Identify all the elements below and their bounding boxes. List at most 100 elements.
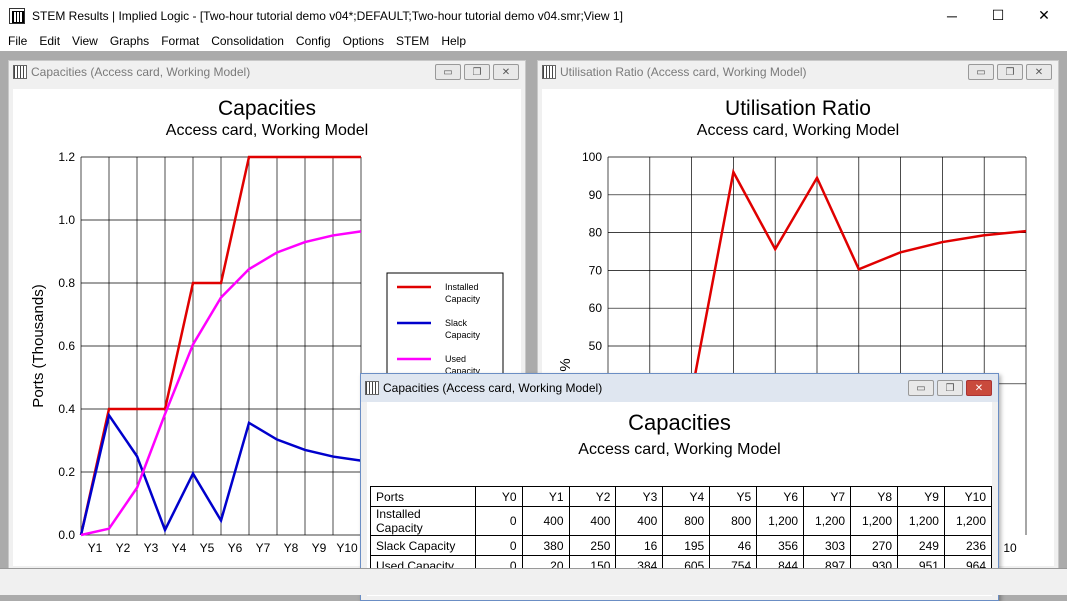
table-header-cell: Y9 <box>897 486 945 507</box>
menu-options[interactable]: Options <box>337 34 390 48</box>
menu-format[interactable]: Format <box>155 34 205 48</box>
menu-edit[interactable]: Edit <box>33 34 66 48</box>
table-row-header: Installed Capacity <box>370 506 476 536</box>
legend-label: Capacity <box>445 330 481 340</box>
table-header-cell: Y10 <box>943 486 993 507</box>
menu-help[interactable]: Help <box>435 34 472 48</box>
status-bar <box>0 568 1067 595</box>
table-window-titlebar: Capacities (Access card, Working Model) … <box>361 374 998 402</box>
y-tick-label: 0.6 <box>58 339 75 353</box>
x-tick-label: 10 <box>1003 541 1017 555</box>
maximize-button[interactable]: ☐ <box>975 0 1021 31</box>
x-tick-label: Y8 <box>284 541 299 555</box>
capacities-table-window: Capacities (Access card, Working Model) … <box>360 373 999 601</box>
menubar: File Edit View Graphs Format Consolidati… <box>0 31 1067 51</box>
menu-graphs[interactable]: Graphs <box>104 34 155 48</box>
utilisation-window-titlebar: Utilisation Ratio (Access card, Working … <box>538 61 1058 83</box>
child-minimize-button[interactable]: ▭ <box>435 64 461 80</box>
chart-window-icon <box>542 65 556 79</box>
table-header-cell: Y1 <box>521 486 570 507</box>
table-title: Capacities <box>628 410 731 435</box>
table-header-cell: Ports <box>370 486 476 507</box>
y-tick-label: 80 <box>589 226 603 240</box>
x-tick-label: Y10 <box>336 541 358 555</box>
menu-config[interactable]: Config <box>290 34 337 48</box>
child-minimize-button[interactable]: ▭ <box>968 64 994 80</box>
child-restore-button[interactable]: ❐ <box>997 64 1023 80</box>
menu-consolidation[interactable]: Consolidation <box>205 34 290 48</box>
table-cell: 356 <box>756 535 805 556</box>
capacities-table: Ports Y0 Y1 Y2 Y3 Y4 Y5 Y6 Y7 Y8 Y9 Y10 … <box>370 486 993 576</box>
table-window-icon <box>365 381 379 395</box>
child-restore-button[interactable]: ❐ <box>464 64 490 80</box>
y-tick-label: 0.8 <box>58 276 75 290</box>
child-close-button[interactable]: ✕ <box>1026 64 1052 80</box>
table-header-cell: Y2 <box>568 486 617 507</box>
x-tick-label: Y7 <box>256 541 271 555</box>
table-header-cell: Y6 <box>756 486 805 507</box>
table-cell: 380 <box>521 535 570 556</box>
table-cell: 400 <box>568 506 617 536</box>
table-subtitle: Access card, Working Model <box>578 441 781 458</box>
table-cell: 1,200 <box>850 506 898 536</box>
table-header-cell: Y4 <box>662 486 711 507</box>
table-cell: 0 <box>474 535 523 556</box>
capacities-window-titlebar: Capacities (Access card, Working Model) … <box>9 61 525 83</box>
x-tick-label: Y2 <box>116 541 131 555</box>
mdi-area: Capacities (Access card, Working Model) … <box>0 51 1067 601</box>
menu-view[interactable]: View <box>66 34 104 48</box>
capacities-window-title: Capacities (Access card, Working Model) <box>31 65 251 79</box>
table-header-row: Ports Y0 Y1 Y2 Y3 Y4 Y5 Y6 Y7 Y8 Y9 Y10 <box>370 486 993 507</box>
y-tick-label: 1.2 <box>58 150 75 164</box>
minimize-button[interactable]: ─ <box>929 0 975 31</box>
table-header-cell: Y0 <box>474 486 523 507</box>
table-header-cell: Y5 <box>709 486 758 507</box>
legend-label: Slack <box>445 318 468 328</box>
table-row: Slack Capacity 0 380 250 16 195 46 356 3… <box>370 535 993 556</box>
child-close-button[interactable]: ✕ <box>493 64 519 80</box>
table-row-header: Slack Capacity <box>370 535 476 556</box>
table-cell: 1,200 <box>897 506 945 536</box>
y-tick-label: 50 <box>589 339 603 353</box>
table-header-cell: Y3 <box>615 486 664 507</box>
y-tick-label: 100 <box>582 150 602 164</box>
y-tick-label: 1.0 <box>58 213 75 227</box>
y-tick-label: 0.2 <box>58 465 75 479</box>
legend-label: Capacity <box>445 294 481 304</box>
table-cell: 400 <box>521 506 570 536</box>
table-content: Capacities Access card, Working Model Po… <box>367 402 993 596</box>
legend-label: Installed <box>445 282 479 292</box>
y-axis-label: % <box>557 358 574 371</box>
table-cell: 1,200 <box>943 506 993 536</box>
close-button[interactable]: ✕ <box>1021 0 1067 31</box>
table-restore-button[interactable]: ❐ <box>937 380 963 396</box>
y-tick-label: 0.4 <box>58 402 75 416</box>
y-tick-label: 70 <box>589 263 603 277</box>
table-header-cell: Y8 <box>850 486 898 507</box>
table-close-button[interactable]: ✕ <box>966 380 992 396</box>
menu-file[interactable]: File <box>0 34 33 48</box>
table-minimize-button[interactable]: ▭ <box>908 380 934 396</box>
table-cell: 249 <box>897 535 945 556</box>
table-row: Installed Capacity 0 400 400 400 800 800… <box>370 506 993 536</box>
app-title: STEM Results | Implied Logic - [Two-hour… <box>32 8 623 23</box>
table-window-title: Capacities (Access card, Working Model) <box>383 381 603 395</box>
window-controls: ─ ☐ ✕ <box>929 0 1067 31</box>
x-tick-label: Y3 <box>144 541 159 555</box>
table-cell: 800 <box>709 506 758 536</box>
table-header-cell: Y7 <box>803 486 852 507</box>
table-cell: 303 <box>803 535 852 556</box>
x-tick-label: Y5 <box>200 541 215 555</box>
table-cell: 400 <box>615 506 664 536</box>
table-cell: 46 <box>709 535 758 556</box>
utilisation-window-title: Utilisation Ratio (Access card, Working … <box>560 65 807 79</box>
table-cell: 236 <box>943 535 993 556</box>
x-tick-label: Y4 <box>172 541 187 555</box>
table-cell: 800 <box>662 506 711 536</box>
menu-stem[interactable]: STEM <box>390 34 435 48</box>
y-axis-label: Ports (Thousands) <box>30 284 47 407</box>
app-icon <box>9 7 25 24</box>
x-tick-label: Y9 <box>312 541 327 555</box>
y-tick-label: 90 <box>589 188 603 202</box>
table-cell: 270 <box>850 535 898 556</box>
